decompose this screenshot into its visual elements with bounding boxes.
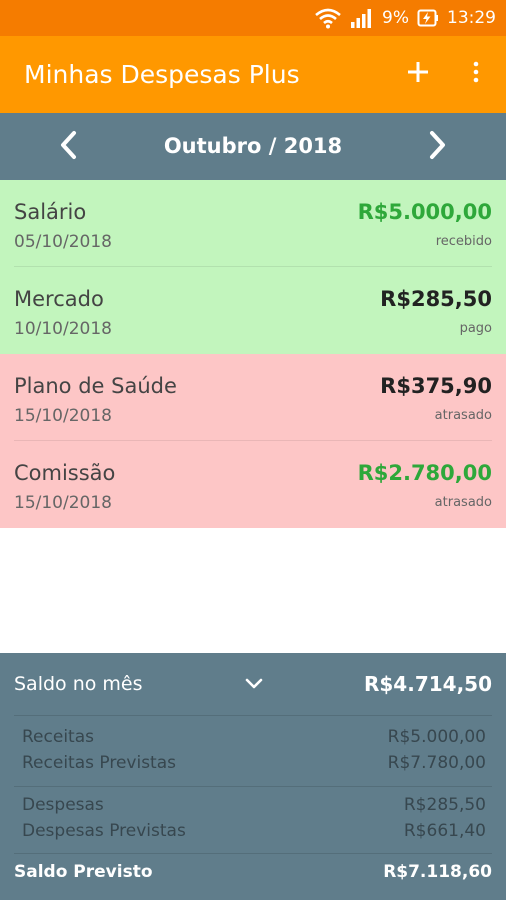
chevron-down-icon [245,675,263,694]
summary-row-value: R$285,50 [403,795,486,815]
divider [14,786,492,787]
summary-row-label: Receitas Previstas [22,753,176,773]
transaction-list: Salário 05/10/2018 R$5.000,00 recebido M… [0,180,506,528]
summary-row: Despesas R$285,50 [22,795,486,819]
status-bar: 9% 13:29 [0,0,506,36]
summary-row-value: R$661,40 [403,821,486,841]
transaction-item[interactable]: Salário 05/10/2018 R$5.000,00 recebido [0,180,506,267]
next-month-button[interactable] [418,127,458,167]
summary-row: Receitas Previstas R$7.780,00 [22,753,486,777]
chevron-right-icon [429,130,447,164]
transaction-amount: R$375,90 [380,374,492,398]
transaction-status: pago [459,321,492,336]
more-vert-icon [472,60,480,88]
transaction-name: Mercado [14,287,104,311]
summary-footer: Saldo Previsto R$7.118,60 [14,862,492,890]
chevron-left-icon [59,130,77,164]
month-navigation: Outubro / 2018 [0,113,506,180]
signal-icon [350,8,374,28]
status-icons: 9% 13:29 [314,0,496,36]
transaction-name: Salário [14,200,87,224]
summary-header[interactable]: Saldo no mês R$4.714,50 [0,653,506,715]
battery-percent: 9% [382,8,409,28]
overflow-menu-button[interactable] [458,54,494,94]
summary-footer-value: R$7.118,60 [383,862,492,882]
add-icon [406,60,430,88]
summary-row-label: Despesas [22,795,104,815]
transaction-amount: R$2.780,00 [357,461,492,485]
transaction-date: 15/10/2018 [14,493,112,513]
app-bar: Minhas Despesas Plus [0,36,506,113]
transaction-amount: R$5.000,00 [357,200,492,224]
transaction-date: 10/10/2018 [14,319,112,339]
summary-row: Despesas Previstas R$661,40 [22,821,486,845]
monthly-summary: Saldo no mês R$4.714,50 Receitas R$5.000… [0,653,506,900]
transaction-name: Plano de Saúde [14,374,177,398]
previous-month-button[interactable] [48,127,88,167]
summary-footer-label: Saldo Previsto [14,862,153,882]
transaction-item[interactable]: Plano de Saúde 15/10/2018 R$375,90 atras… [0,354,506,441]
transaction-item[interactable]: Comissão 15/10/2018 R$2.780,00 atrasado [0,441,506,528]
clock: 13:29 [447,8,496,28]
transaction-status: recebido [435,234,492,249]
summary-header-label: Saldo no mês [14,673,143,695]
divider [14,715,492,716]
transaction-status: atrasado [434,495,492,510]
summary-row-label: Despesas Previstas [22,821,186,841]
transaction-amount: R$285,50 [380,287,492,311]
battery-charging-icon [417,8,439,28]
collapse-summary-button[interactable] [238,669,270,699]
summary-header-value: R$4.714,50 [363,672,492,696]
wifi-icon [314,7,342,29]
add-button[interactable] [398,54,438,94]
transaction-date: 05/10/2018 [14,232,112,252]
divider [14,853,492,854]
summary-row-value: R$7.780,00 [387,753,486,773]
summary-row-label: Receitas [22,727,94,747]
transaction-status: atrasado [434,408,492,423]
transaction-item[interactable]: Mercado 10/10/2018 R$285,50 pago [0,267,506,354]
transaction-date: 15/10/2018 [14,406,112,426]
transaction-name: Comissão [14,461,116,485]
app-title: Minhas Despesas Plus [24,60,300,89]
summary-row: Receitas R$5.000,00 [22,727,486,751]
summary-row-value: R$5.000,00 [387,727,486,747]
